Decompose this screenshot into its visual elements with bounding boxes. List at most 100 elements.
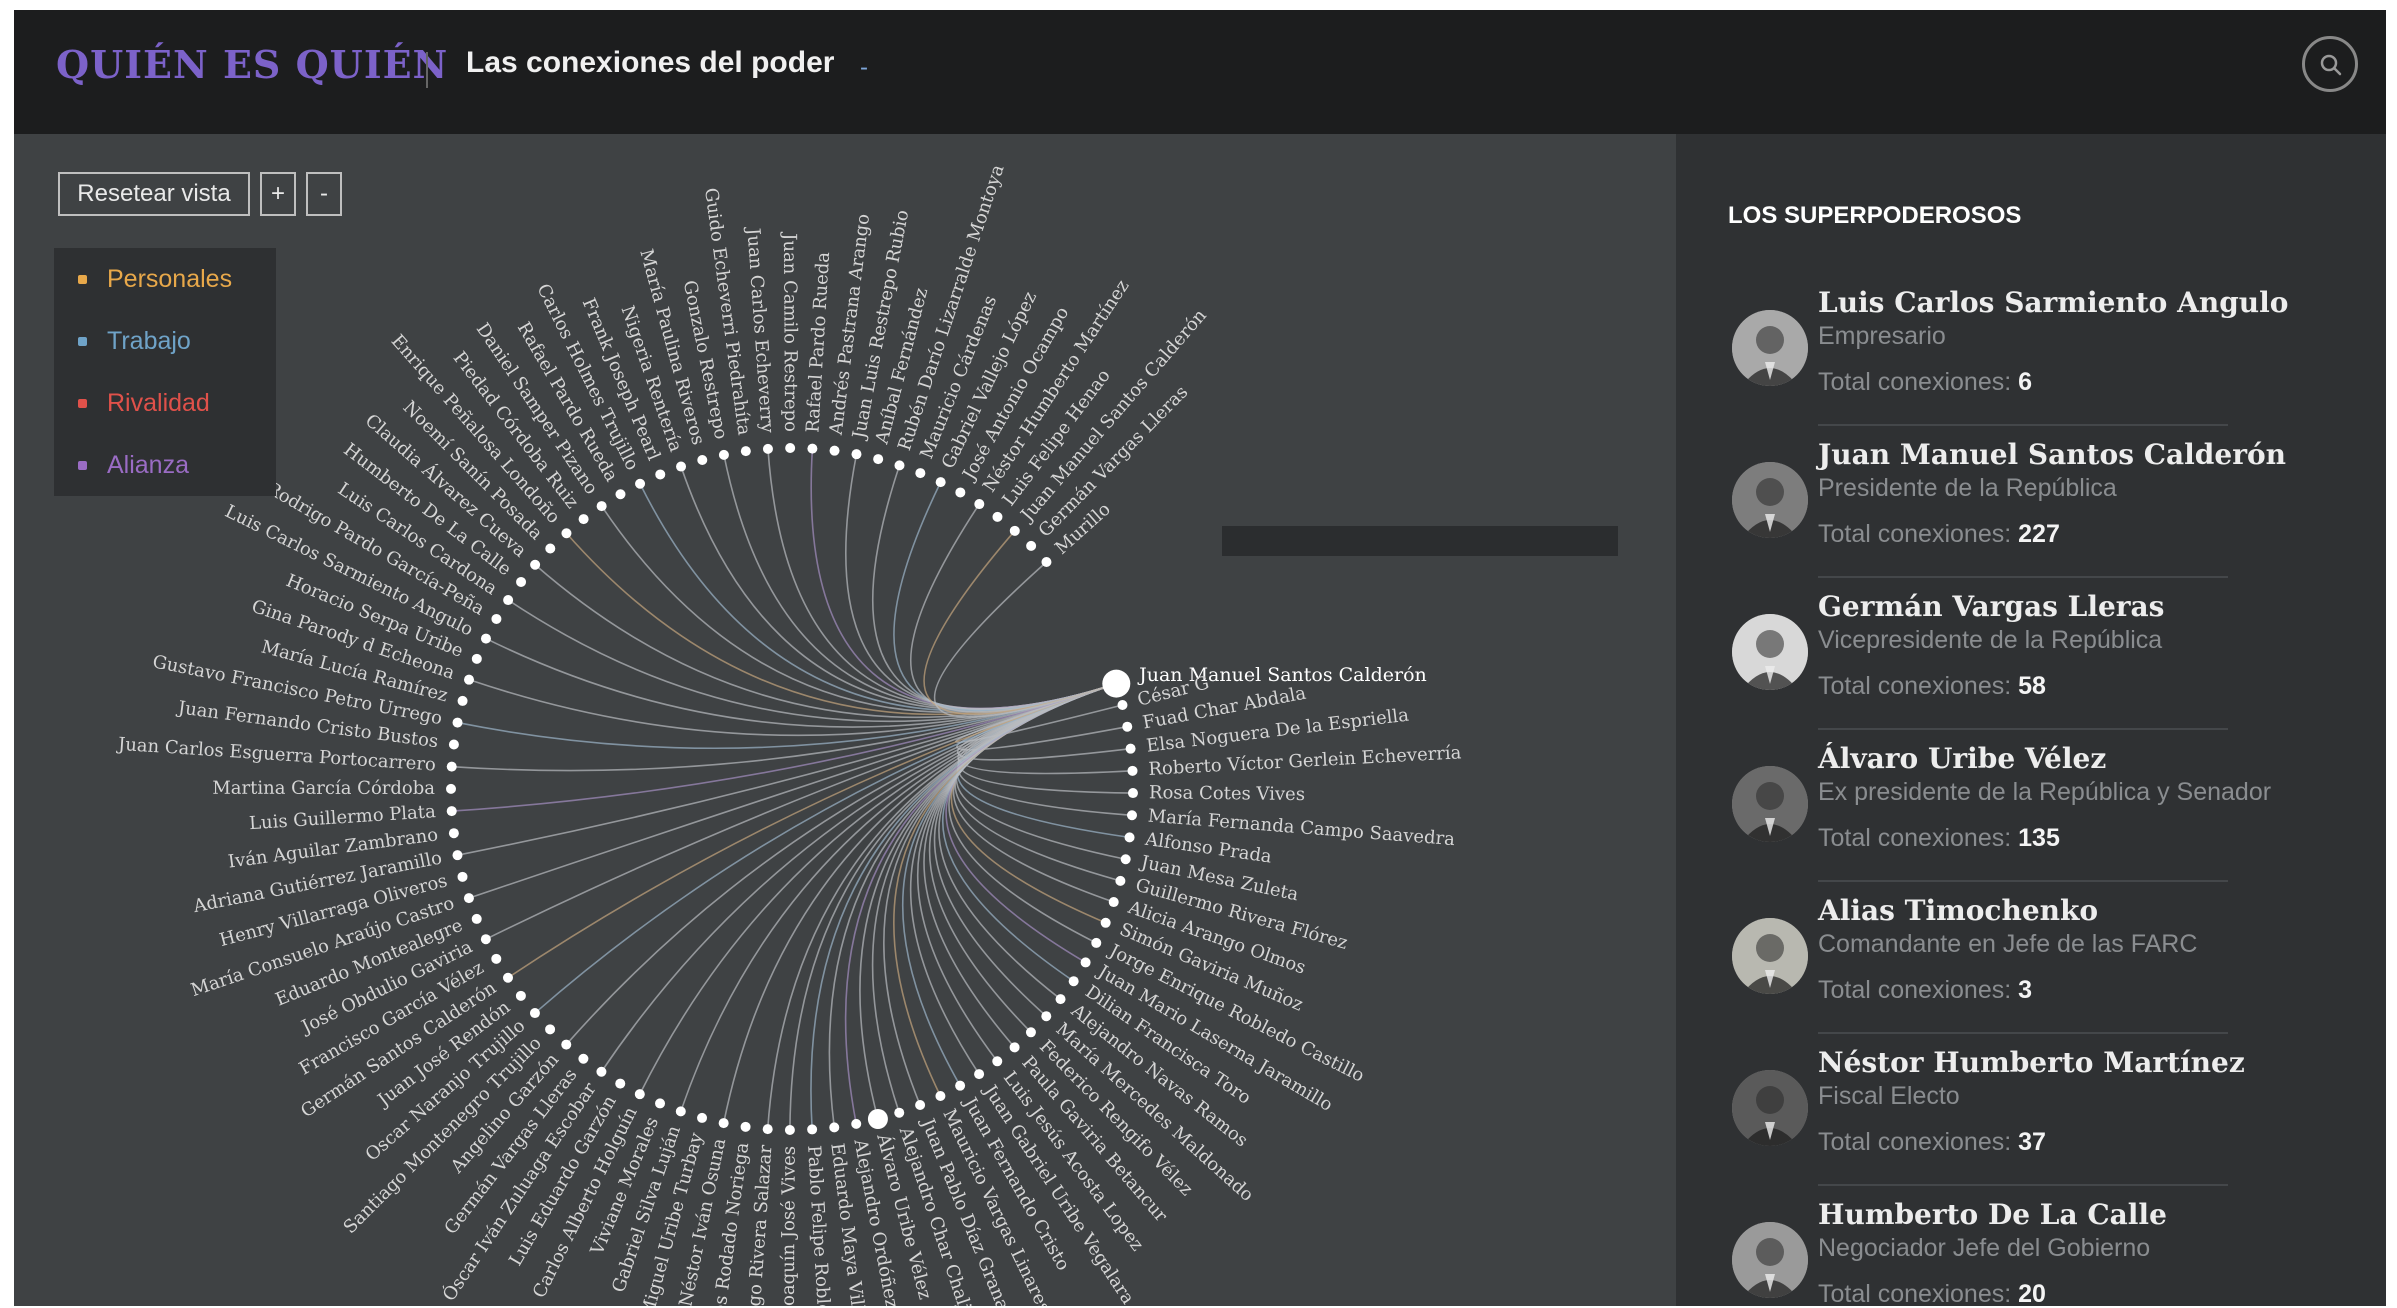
node-label: Rosa Cotes Vives xyxy=(1149,782,1305,805)
page-title[interactable]: Las conexiones del poder xyxy=(466,46,834,80)
network-node xyxy=(762,443,773,454)
network-node xyxy=(718,1118,729,1129)
network-node xyxy=(655,469,666,480)
person-card[interactable]: Luis Carlos Sarmiento Angulo Empresario To… xyxy=(1732,286,2352,436)
person-role: Fiscal Electo xyxy=(1818,1082,1960,1110)
network-node xyxy=(502,972,513,983)
search-button[interactable] xyxy=(2302,36,2358,92)
person-role: Empresario xyxy=(1818,322,1946,350)
connection-link xyxy=(948,682,1117,944)
person-card[interactable]: Álvaro Uribe Vélez Ex presidente de la Re… xyxy=(1732,742,2352,892)
person-card[interactable]: Humberto De La Calle Negociador Jefe del … xyxy=(1732,1198,2352,1306)
person-total: Total conexiones: 37 xyxy=(1818,1128,2046,1157)
legend-swatch xyxy=(78,274,87,284)
network-node xyxy=(935,1091,946,1102)
divider xyxy=(1818,1032,2228,1034)
network-node xyxy=(867,1108,888,1129)
network-node xyxy=(1055,994,1066,1005)
top-bar: QUIÉN ES QUIÉN Las conexiones del poder … xyxy=(14,10,2386,134)
avatar[interactable] xyxy=(1732,1070,1808,1146)
network-node xyxy=(851,449,862,460)
avatar[interactable] xyxy=(1732,462,1808,538)
legend-item-rivalidad[interactable]: Rivalidad xyxy=(54,372,276,434)
network-node xyxy=(491,613,502,624)
total-label: Total conexiones: xyxy=(1818,1280,2012,1306)
total-label: Total conexiones: xyxy=(1818,1128,2012,1156)
node-label: Juan Camilo Restrepo xyxy=(779,231,801,432)
legend-item-personales[interactable]: Personales xyxy=(54,248,276,310)
divider xyxy=(1818,576,2228,578)
connection-link xyxy=(923,530,1117,715)
network-node xyxy=(807,1124,818,1135)
network-node xyxy=(446,806,457,817)
network-node xyxy=(992,1056,1003,1067)
zoom-in-button[interactable]: + xyxy=(260,172,296,216)
network-node xyxy=(955,1080,966,1091)
legend: Personales Trabajo Rivalidad Alianza xyxy=(54,248,276,496)
person-name[interactable]: Germán Vargas Lleras xyxy=(1818,590,2164,623)
highlight-label-bg xyxy=(1222,526,1618,556)
divider xyxy=(1818,1184,2228,1186)
network-node xyxy=(1009,1042,1020,1053)
brand-logo[interactable]: QUIÉN ES QUIÉN xyxy=(56,42,448,87)
legend-item-trabajo[interactable]: Trabajo xyxy=(54,310,276,372)
person-name[interactable]: Humberto De La Calle xyxy=(1818,1198,2167,1231)
chevron-down-icon[interactable]: - xyxy=(860,54,868,82)
network-node xyxy=(740,1121,751,1132)
network-node xyxy=(635,478,646,489)
network-node xyxy=(561,528,572,539)
person-total: Total conexiones: 3 xyxy=(1818,976,2032,1005)
total-label: Total conexiones: xyxy=(1818,520,2012,548)
network-node xyxy=(596,1066,607,1077)
person-card[interactable]: Alias Timochenko Comandante en Jefe de la… xyxy=(1732,894,2352,1044)
network-node xyxy=(1041,556,1052,567)
person-total: Total conexiones: 227 xyxy=(1818,520,2060,549)
network-node xyxy=(530,559,541,570)
network-node xyxy=(675,1106,686,1117)
legend-item-alianza[interactable]: Alianza xyxy=(54,434,276,496)
network-node xyxy=(1108,897,1119,908)
total-value: 3 xyxy=(2018,976,2033,1004)
network-node xyxy=(457,695,468,706)
person-name[interactable]: Luis Carlos Sarmiento Angulo xyxy=(1818,286,2288,319)
network-node xyxy=(697,1112,708,1123)
network-node xyxy=(740,446,751,457)
person-card[interactable]: Néstor Humberto Martínez Fiscal Electo Tot… xyxy=(1732,1046,2352,1196)
network-node xyxy=(1102,669,1131,698)
avatar[interactable] xyxy=(1732,614,1808,690)
network-node xyxy=(452,850,463,861)
person-total: Total conexiones: 20 xyxy=(1818,1280,2046,1306)
avatar[interactable] xyxy=(1732,918,1808,994)
network-node xyxy=(1068,976,1079,987)
person-role: Vicepresidente de la República xyxy=(1818,626,2163,654)
person-card[interactable]: Germán Vargas Lleras Vicepresidente de la… xyxy=(1732,590,2352,740)
network-node xyxy=(529,1008,540,1019)
network-node xyxy=(697,455,708,466)
total-value: 135 xyxy=(2018,824,2060,852)
person-name[interactable]: Álvaro Uribe Vélez xyxy=(1818,742,2106,775)
network-node xyxy=(516,576,527,587)
network-node xyxy=(615,1078,626,1089)
network-node xyxy=(762,1124,773,1135)
divider xyxy=(1818,424,2228,426)
zoom-out-button[interactable]: - xyxy=(306,172,342,216)
person-name[interactable]: Néstor Humberto Martínez xyxy=(1818,1046,2245,1079)
network-node xyxy=(446,783,457,794)
search-icon xyxy=(2320,54,2342,76)
network-node xyxy=(676,461,687,472)
network-node xyxy=(446,761,457,772)
total-value: 227 xyxy=(2018,520,2060,548)
legend-swatch xyxy=(78,336,87,346)
person-total: Total conexiones: 135 xyxy=(1818,824,2060,853)
network-node xyxy=(596,501,607,512)
person-name[interactable]: Alias Timochenko xyxy=(1818,894,2098,927)
avatar[interactable] xyxy=(1732,1222,1808,1298)
reset-view-button[interactable]: Resetear vista xyxy=(58,172,250,216)
avatar[interactable] xyxy=(1732,766,1808,842)
node-label: Joaquín José Vives xyxy=(778,1146,800,1306)
person-name[interactable]: Juan Manuel Santos Calderón xyxy=(1818,438,2286,471)
person-card[interactable]: Juan Manuel Santos Calderón Presidente de… xyxy=(1732,438,2352,588)
network-node xyxy=(578,514,589,525)
avatar[interactable] xyxy=(1732,310,1808,386)
person-role: Presidente de la República xyxy=(1818,474,2117,502)
